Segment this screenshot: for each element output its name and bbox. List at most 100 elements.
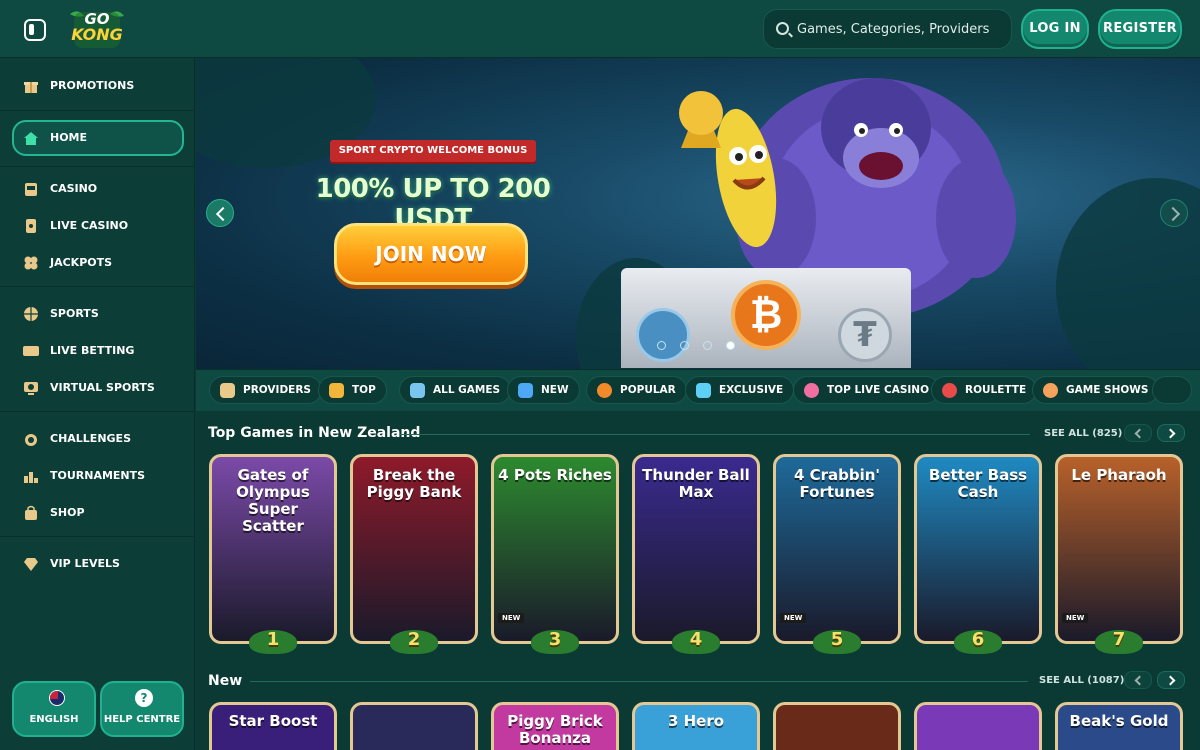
divider bbox=[0, 536, 195, 537]
category-label: GAME SHOWS bbox=[1066, 384, 1149, 396]
search-input[interactable]: Games, Categories, Providers bbox=[763, 9, 1012, 49]
category-bar: PROVIDERS TOP ALL GAMES NEW POPULAR EXCL… bbox=[196, 369, 1200, 411]
sidebar-item-label: LIVE CASINO bbox=[50, 219, 129, 232]
game-card[interactable]: Piggy Brick Bonanza bbox=[491, 702, 619, 750]
chip-icon bbox=[804, 383, 819, 398]
new-games-prev-button[interactable] bbox=[1124, 671, 1152, 689]
category-new[interactable]: NEW bbox=[507, 376, 580, 404]
game-card[interactable]: Better Bass Cash bbox=[914, 454, 1042, 644]
login-button[interactable]: LOG IN bbox=[1021, 9, 1089, 49]
carousel-dot-active[interactable] bbox=[726, 341, 735, 350]
new-games-see-all-link[interactable]: SEE ALL (1087) bbox=[1039, 675, 1124, 686]
game-card[interactable]: 3 Hero bbox=[632, 702, 760, 750]
hero-prev-button[interactable] bbox=[206, 199, 234, 227]
game-card[interactable]: 4 Crabbin' Fortunes NEW bbox=[773, 454, 901, 644]
category-top-live-casino[interactable]: TOP LIVE CASINO bbox=[793, 376, 941, 404]
rank-number: 5 bbox=[813, 629, 861, 655]
diamond-icon bbox=[24, 558, 38, 571]
basketball-icon bbox=[24, 307, 38, 321]
dice-icon bbox=[410, 383, 425, 398]
podium-icon bbox=[24, 472, 38, 483]
category-label: TOP LIVE CASINO bbox=[827, 384, 930, 396]
sidebar-item-sports[interactable]: SPORTS bbox=[12, 296, 184, 332]
game-card[interactable]: 4 Pots Riches NEW bbox=[491, 454, 619, 644]
category-roulette[interactable]: ROULETTE bbox=[931, 376, 1038, 404]
help-icon: ? bbox=[135, 689, 153, 707]
top-games-next-button[interactable] bbox=[1157, 424, 1185, 442]
rank-number: 4 bbox=[672, 629, 720, 655]
sidebar-item-label: VIRTUAL SPORTS bbox=[50, 381, 155, 394]
game-card[interactable] bbox=[914, 702, 1042, 750]
category-label: ROULETTE bbox=[965, 384, 1027, 396]
shopping-bag-icon bbox=[25, 505, 37, 520]
category-all-games[interactable]: ALL GAMES bbox=[399, 376, 512, 404]
game-card[interactable] bbox=[773, 702, 901, 750]
playing-card-icon bbox=[26, 219, 36, 233]
game-card[interactable]: Star Boost bbox=[209, 702, 337, 750]
new-games-next-button[interactable] bbox=[1157, 671, 1185, 689]
sidebar-toggle-icon[interactable] bbox=[24, 19, 46, 41]
home-icon bbox=[24, 132, 38, 145]
clover-icon bbox=[24, 256, 38, 270]
sidebar-item-live-casino[interactable]: LIVE CASINO bbox=[12, 208, 184, 244]
category-more[interactable] bbox=[1152, 376, 1192, 404]
hero-next-button[interactable] bbox=[1160, 199, 1188, 227]
category-top[interactable]: TOP bbox=[318, 376, 387, 404]
live-icon bbox=[23, 346, 39, 356]
help-centre-button[interactable]: ? HELP CENTRE bbox=[100, 681, 184, 737]
divider bbox=[0, 411, 195, 412]
game-card[interactable]: Beak's Gold bbox=[1055, 702, 1183, 750]
logo-text-kong: KONG bbox=[71, 25, 123, 44]
sidebar-item-label: LIVE BETTING bbox=[50, 344, 135, 357]
hero-banner[interactable]: ₿ ₮ SPORT CRYPTO WELCOME BONUS 100% UP T… bbox=[196, 58, 1200, 369]
tether-coin-icon: ₮ bbox=[838, 308, 892, 362]
sidebar-item-label: PROMOTIONS bbox=[50, 79, 135, 92]
game-card[interactable] bbox=[350, 702, 478, 750]
sidebar-item-virtual-sports[interactable]: VIRTUAL SPORTS bbox=[12, 370, 184, 406]
search-placeholder: Games, Categories, Providers bbox=[797, 22, 990, 37]
sidebar-item-challenges[interactable]: CHALLENGES bbox=[12, 421, 184, 457]
sidebar-item-label: CHALLENGES bbox=[50, 432, 131, 445]
game-title: Thunder Ball Max bbox=[642, 466, 750, 501]
game-card[interactable]: Gates of Olympus Super Scatter bbox=[209, 454, 337, 644]
game-title: 3 Hero bbox=[667, 712, 725, 730]
carousel-dot[interactable] bbox=[680, 341, 689, 350]
sidebar-item-shop[interactable]: SHOP bbox=[12, 495, 184, 531]
join-now-button[interactable]: JOIN NOW bbox=[334, 223, 528, 285]
game-card[interactable]: Thunder Ball Max bbox=[632, 454, 760, 644]
sidebar-item-casino[interactable]: CASINO bbox=[12, 171, 184, 207]
category-exclusive[interactable]: EXCLUSIVE bbox=[685, 376, 795, 404]
virtual-sports-icon bbox=[24, 382, 38, 395]
category-popular[interactable]: POPULAR bbox=[586, 376, 687, 404]
sidebar-item-label: JACKPOTS bbox=[50, 256, 113, 269]
language-button[interactable]: ENGLISH bbox=[12, 681, 96, 737]
sidebar-item-label: VIP LEVELS bbox=[50, 557, 120, 570]
carousel-dot[interactable] bbox=[657, 341, 666, 350]
sidebar-item-label: TOURNAMENTS bbox=[50, 469, 146, 482]
sidebar-item-tournaments[interactable]: TOURNAMENTS bbox=[12, 458, 184, 494]
sidebar-item-promotions[interactable]: PROMOTIONS bbox=[12, 68, 184, 104]
category-label: PROVIDERS bbox=[243, 384, 311, 396]
category-providers[interactable]: PROVIDERS bbox=[209, 376, 322, 404]
category-game-shows[interactable]: GAME SHOWS bbox=[1032, 376, 1160, 404]
category-label: POPULAR bbox=[620, 384, 676, 396]
lightning-icon bbox=[518, 383, 533, 398]
category-label: EXCLUSIVE bbox=[719, 384, 784, 396]
register-button[interactable]: REGISTER bbox=[1098, 9, 1182, 49]
sidebar-item-home[interactable]: HOME bbox=[12, 120, 184, 156]
top-games-see-all-link[interactable]: SEE ALL (825) bbox=[1044, 428, 1122, 439]
divider bbox=[0, 166, 195, 167]
diamond-icon bbox=[696, 383, 711, 398]
carousel-dot[interactable] bbox=[703, 341, 712, 350]
game-card[interactable]: Break the Piggy Bank bbox=[350, 454, 478, 644]
game-title: Break the Piggy Bank bbox=[366, 466, 462, 501]
sidebar-item-jackpots[interactable]: JACKPOTS bbox=[12, 245, 184, 281]
top-games-prev-button[interactable] bbox=[1124, 424, 1152, 442]
sidebar-item-live-betting[interactable]: LIVE BETTING bbox=[12, 333, 184, 369]
top-header: GO KONG Games, Categories, Providers LOG… bbox=[0, 0, 1200, 58]
category-label: TOP bbox=[352, 384, 376, 396]
game-card[interactable]: Le Pharaoh NEW bbox=[1055, 454, 1183, 644]
divider bbox=[0, 286, 195, 287]
gokong-logo[interactable]: GO KONG bbox=[66, 8, 128, 50]
sidebar-item-vip-levels[interactable]: VIP LEVELS bbox=[12, 546, 184, 582]
